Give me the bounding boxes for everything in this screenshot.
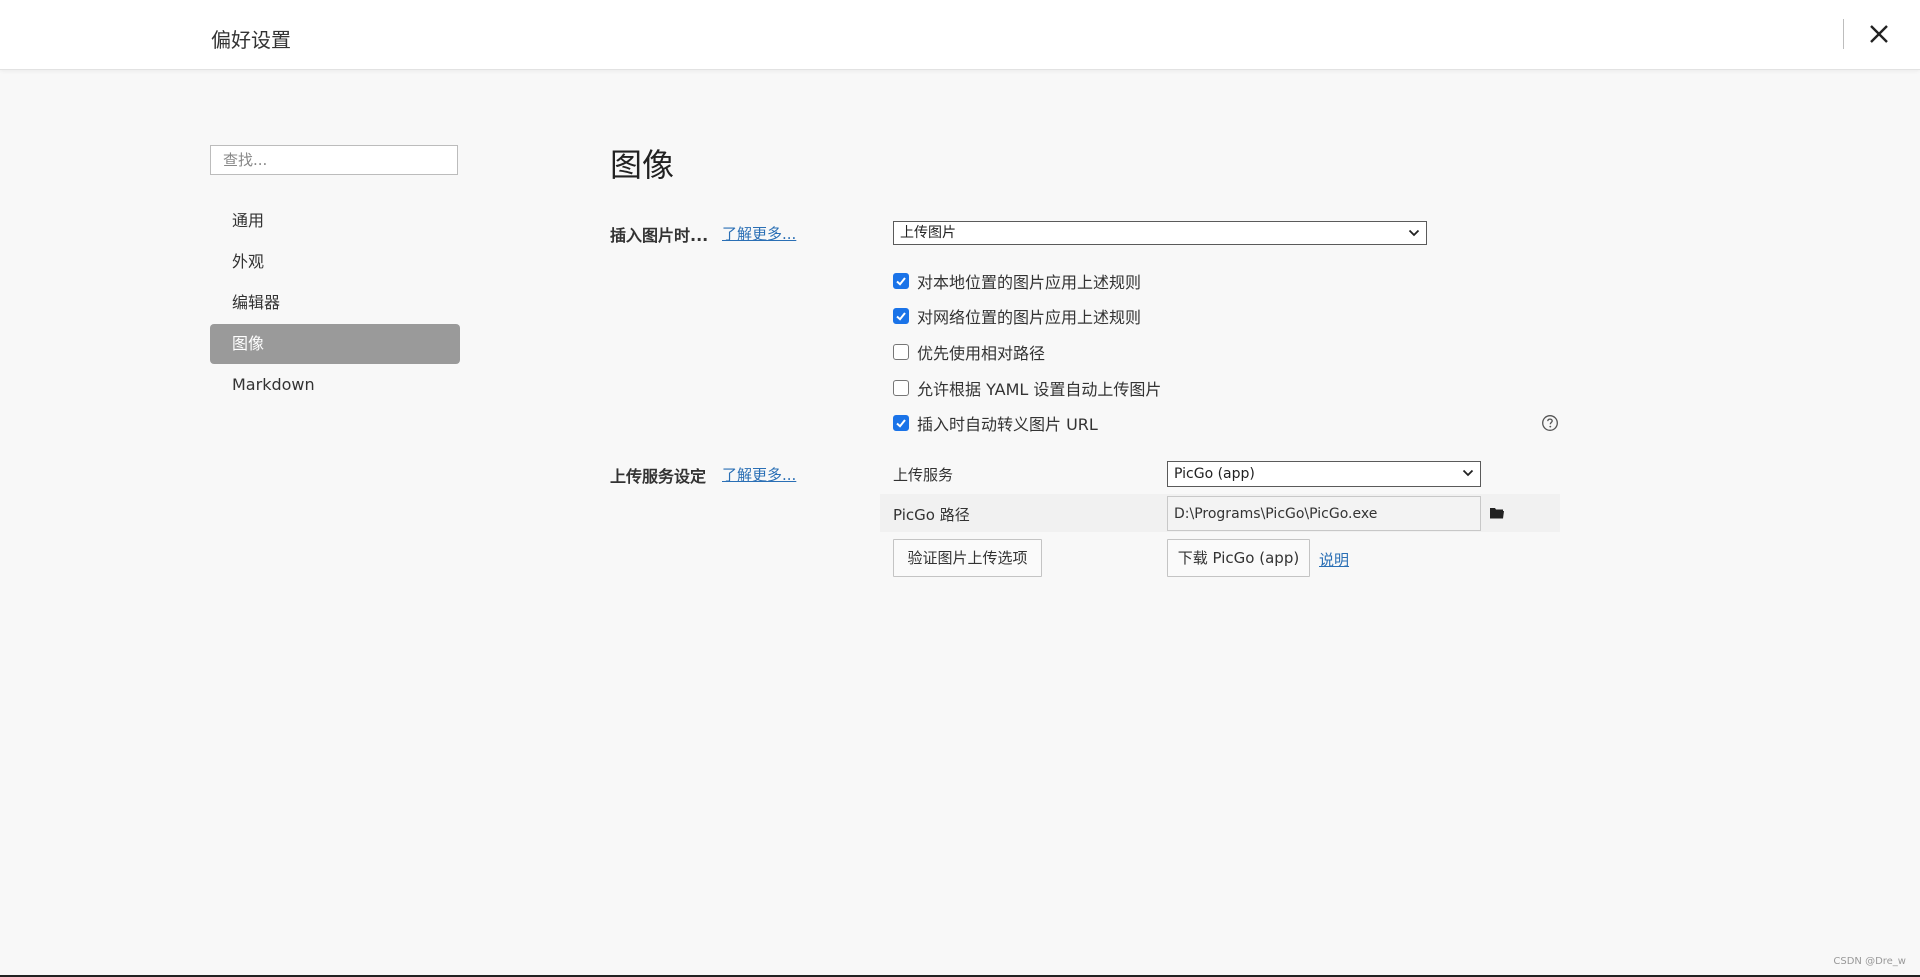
checkbox-local-images[interactable]: [893, 273, 909, 289]
close-button[interactable]: [1864, 17, 1894, 51]
sidebar-item-editor[interactable]: 编辑器: [210, 283, 460, 323]
explain-link[interactable]: 说明: [1319, 549, 1349, 570]
sidebar-item-image[interactable]: 图像: [210, 324, 460, 364]
search-input[interactable]: [210, 145, 458, 175]
sidebar-item-markdown[interactable]: Markdown: [210, 365, 460, 405]
checkbox-yaml-upload[interactable]: [893, 380, 909, 396]
upload-service-field-label: 上传服务: [893, 466, 954, 484]
upload-service-learn-more-link[interactable]: 了解更多...: [722, 464, 796, 485]
chevron-down-icon: [1462, 469, 1474, 477]
close-icon: [1870, 25, 1888, 43]
download-picgo-button[interactable]: 下载 PicGo (app): [1167, 539, 1310, 577]
upload-service-select[interactable]: PicGo (app): [1167, 461, 1481, 487]
checkbox-label: 对本地位置的图片应用上述规则: [917, 273, 1142, 292]
folder-icon[interactable]: [1489, 506, 1505, 520]
help-circle-icon[interactable]: [1541, 414, 1559, 432]
check-icon: [896, 419, 906, 428]
sidebar-item-appearance[interactable]: 外观: [210, 242, 460, 282]
title-bar: 偏好设置: [0, 0, 1920, 70]
picgo-path-input[interactable]: [1167, 496, 1481, 531]
insert-image-learn-more-link[interactable]: 了解更多...: [722, 223, 796, 244]
title-separator: [1843, 19, 1844, 49]
checkbox-label: 优先使用相对路径: [917, 344, 1046, 363]
checkbox-label: 插入时自动转义图片 URL: [917, 415, 1098, 434]
checkbox-row-escape-url[interactable]: 插入时自动转义图片 URL: [893, 412, 1098, 434]
page-title: 图像: [610, 146, 675, 184]
insert-image-select[interactable]: 上传图片: [893, 221, 1427, 245]
checkbox-row-relative-path[interactable]: 优先使用相对路径: [893, 341, 1045, 363]
checkbox-row-yaml-upload[interactable]: 允许根据 YAML 设置自动上传图片: [893, 377, 1161, 399]
watermark: CSDN @Dre_w: [1833, 956, 1906, 967]
insert-image-label: 插入图片时...: [610, 226, 709, 245]
chevron-down-icon: [1408, 229, 1420, 237]
checkbox-label: 允许根据 YAML 设置自动上传图片: [917, 380, 1162, 399]
checkbox-row-local-images[interactable]: 对本地位置的图片应用上述规则: [893, 270, 1141, 292]
verify-upload-button[interactable]: 验证图片上传选项: [893, 539, 1042, 577]
checkbox-row-network-images[interactable]: 对网络位置的图片应用上述规则: [893, 305, 1141, 327]
picgo-path-label: PicGo 路径: [893, 506, 970, 524]
checkbox-relative-path[interactable]: [893, 344, 909, 360]
checkbox-network-images[interactable]: [893, 308, 909, 324]
checkbox-label: 对网络位置的图片应用上述规则: [917, 308, 1142, 327]
window-title: 偏好设置: [211, 28, 291, 52]
check-icon: [896, 277, 906, 286]
upload-service-settings-label: 上传服务设定: [610, 467, 707, 486]
insert-image-select-value: 上传图片: [900, 225, 956, 241]
upload-service-select-value: PicGo (app): [1174, 466, 1255, 482]
check-icon: [896, 312, 906, 321]
sidebar-item-general[interactable]: 通用: [210, 201, 460, 241]
checkbox-escape-url[interactable]: [893, 415, 909, 431]
